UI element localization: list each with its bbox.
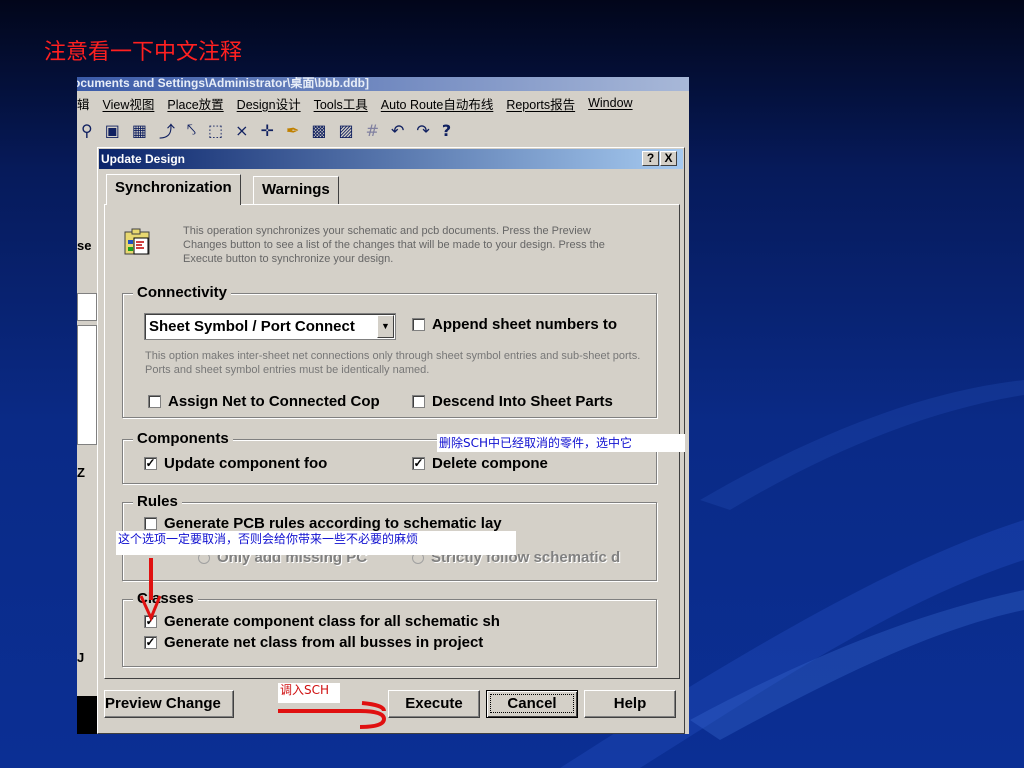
delete-components-annotation: 删除SCH中已经取消的零件，选中它 xyxy=(437,434,685,452)
dialog-close-button[interactable]: X xyxy=(660,151,677,166)
components-legend: Components xyxy=(133,430,233,448)
chevron-down-icon[interactable]: ▼ xyxy=(377,315,394,338)
browse-icon[interactable]: ▨ xyxy=(338,121,353,140)
zoom-fit-icon[interactable]: ▣ xyxy=(105,121,120,140)
assign-net-checkbox[interactable] xyxy=(148,395,161,408)
descend-label: Descend Into Sheet Parts xyxy=(432,393,613,410)
connectivity-dropdown-value: Sheet Symbol / Port Connect xyxy=(149,318,355,335)
component-class-option[interactable]: ✓ Generate component class for all schem… xyxy=(144,613,544,630)
help-button[interactable]: Help xyxy=(584,690,676,718)
intro-description: This operation synchronizes your schemat… xyxy=(183,225,605,265)
rules-warning-annotation: 这个选项一定要取消，否则会给你带来一些不必要的麻烦 xyxy=(116,531,516,555)
dialog-title: Update Design xyxy=(101,152,186,166)
tab-synchronization[interactable]: Synchronization xyxy=(106,174,241,205)
deselect-icon[interactable]: ⨯ xyxy=(235,121,248,140)
menu-view[interactable]: View视图 xyxy=(96,94,161,113)
preview-changes-button[interactable]: Preview Change xyxy=(104,690,234,718)
menu-reports[interactable]: Reports报告 xyxy=(499,94,581,113)
left-panel-canvas xyxy=(77,696,99,734)
slide-title: 注意看一下中文注释 xyxy=(44,40,243,65)
pen-icon[interactable]: ✒ xyxy=(286,121,299,140)
append-sheet-option[interactable]: Append sheet numbers to xyxy=(412,316,672,333)
help-icon[interactable]: ? xyxy=(442,121,451,140)
generate-pcb-rules-option[interactable]: Generate PCB rules according to schemati… xyxy=(144,515,544,532)
generate-pcb-rules-checkbox[interactable] xyxy=(144,517,157,530)
app-menu-bar: 辑 View视图 Place放置 Design设计 Tools工具 Auto R… xyxy=(77,91,689,115)
net-class-checkbox[interactable]: ✓ xyxy=(144,636,157,649)
classes-legend: Classes xyxy=(133,590,198,608)
generate-pcb-rules-label: Generate PCB rules according to schemati… xyxy=(164,515,502,532)
grid-icon[interactable]: # xyxy=(366,121,379,140)
cancel-button[interactable]: Cancel xyxy=(486,690,578,718)
left-panel-field[interactable] xyxy=(77,293,97,321)
menu-place[interactable]: Place放置 xyxy=(160,94,229,113)
assign-net-label: Assign Net to Connected Cop xyxy=(168,393,380,410)
app-title-bar: ocuments and Settings\Administrator\桌面\b… xyxy=(77,77,689,91)
zoom-area-icon[interactable]: ▦ xyxy=(132,121,147,140)
move-icon[interactable]: ✛ xyxy=(261,121,274,140)
connectivity-legend: Connectivity xyxy=(133,284,232,302)
left-panel-tab-j[interactable]: J xyxy=(77,650,84,665)
update-footprint-option[interactable]: ✓ Update component foo xyxy=(144,455,396,472)
select-area-icon[interactable]: ⬚ xyxy=(208,121,223,140)
tab-warnings[interactable]: Warnings xyxy=(253,176,339,204)
append-sheet-checkbox[interactable] xyxy=(412,318,425,331)
assign-net-option[interactable]: Assign Net to Connected Cop xyxy=(148,393,400,410)
menu-design[interactable]: Design设计 xyxy=(230,94,307,113)
zoom-icon[interactable]: ⚲ xyxy=(81,121,93,140)
dialog-help-button[interactable]: ? xyxy=(642,151,659,166)
library-icon[interactable]: ▩ xyxy=(311,121,326,140)
left-panel-list[interactable] xyxy=(77,325,97,445)
component-class-label: Generate component class for all schemat… xyxy=(164,613,500,630)
left-panel-tab[interactable]: se xyxy=(77,238,91,253)
menu-window[interactable]: Window xyxy=(581,96,638,110)
net-class-label: Generate net class from all busses in pr… xyxy=(164,634,484,651)
menu-auto-route[interactable]: Auto Route自动布线 xyxy=(374,94,500,113)
undo-icon[interactable]: ↶ xyxy=(391,121,404,140)
app-toolbar: ⚲ ▣ ▦ ⤴ ⤣ ⬚ ⨯ ✛ ✒ ▩ ▨ # ↶ ↷ ? xyxy=(77,115,689,145)
delete-components-label: Delete compone xyxy=(432,455,548,472)
delete-components-option[interactable]: ✓ Delete compone xyxy=(412,455,582,472)
classes-group: Classes xyxy=(122,590,657,667)
line-icon[interactable]: ⤣ xyxy=(187,120,196,140)
append-sheet-label: Append sheet numbers to xyxy=(432,316,618,333)
wire-icon[interactable]: ⤴ xyxy=(159,118,175,142)
redo-icon[interactable]: ↷ xyxy=(416,121,429,140)
menu-tools[interactable]: Tools工具 xyxy=(307,94,374,113)
left-panel-tab-z[interactable]: Z xyxy=(77,465,85,480)
execute-button[interactable]: Execute xyxy=(388,690,480,718)
dialog-title-bar: Update Design xyxy=(99,149,683,169)
net-class-option[interactable]: ✓ Generate net class from all busses in … xyxy=(144,634,564,651)
update-footprint-label: Update component foo xyxy=(164,455,328,472)
descend-checkbox[interactable] xyxy=(412,395,425,408)
menu-edit[interactable]: 辑 xyxy=(77,94,96,113)
connectivity-dropdown[interactable]: Sheet Symbol / Port Connect ▼ xyxy=(144,313,396,340)
component-class-checkbox[interactable]: ✓ xyxy=(144,615,157,628)
cancel-button-label: Cancel xyxy=(490,694,574,713)
app-left-panel: se Z J xyxy=(77,145,99,734)
delete-components-checkbox[interactable]: ✓ xyxy=(412,457,425,470)
schematic-sync-icon xyxy=(124,228,150,255)
rules-legend: Rules xyxy=(133,493,182,511)
update-footprint-checkbox[interactable]: ✓ xyxy=(144,457,157,470)
load-sch-annotation: 调入SCH xyxy=(278,683,340,703)
descend-option[interactable]: Descend Into Sheet Parts xyxy=(412,393,672,410)
connectivity-note: This option makes inter-sheet net connec… xyxy=(145,350,641,376)
